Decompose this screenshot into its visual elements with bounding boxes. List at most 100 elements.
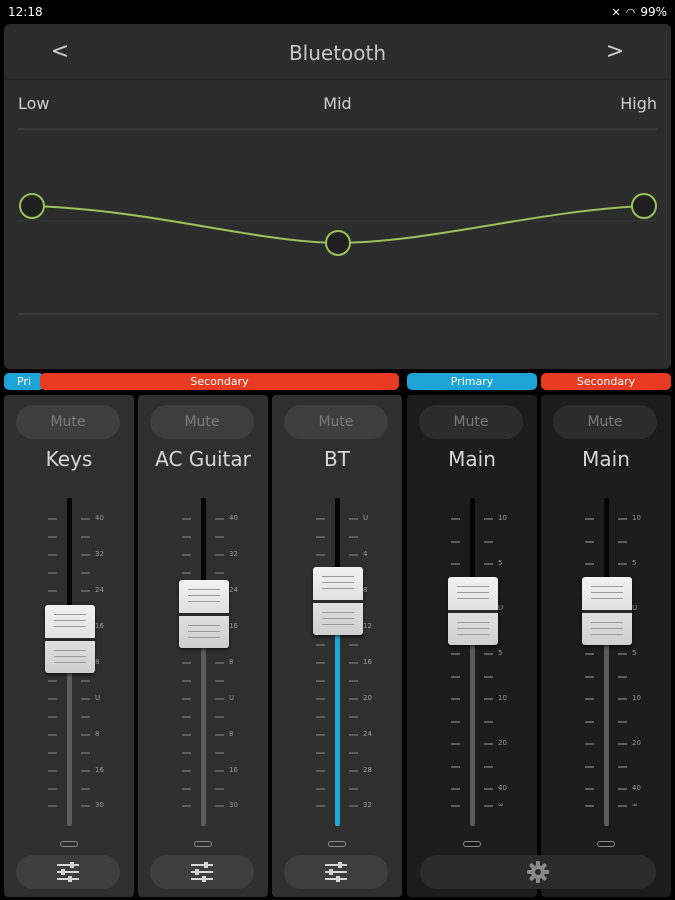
fader-tick [484,788,493,790]
sliders-icon [325,862,347,882]
fader-knob-grip-line [322,576,354,577]
fader-tick [451,676,460,678]
fader-scale-label: 24 [95,586,104,594]
channel-settings-button[interactable] [16,855,120,889]
fader-tick [182,770,191,772]
fader-knob-grip-line [188,601,220,602]
fader-knob[interactable] [179,580,229,648]
fader-tick [81,698,90,700]
fader-tick [215,734,224,736]
fader-tick [48,590,57,592]
channel-name: BT [324,447,350,471]
fader-tick [182,536,191,538]
fader-tick [484,676,493,678]
channel-settings-button[interactable] [150,855,254,889]
fader-tick [484,766,493,768]
fader-knob-divider [582,610,632,613]
eq-node-low[interactable] [19,193,45,219]
fader-tick [349,518,358,520]
fader-scale-label: U [229,694,235,702]
channel-strip-keys: Mute Keys 40 32 24 16 8 U 8 16 30 [4,395,134,897]
fader-tick [451,766,460,768]
fader-tick [585,653,594,655]
fader-tick [451,541,460,543]
fader-track[interactable] [335,498,340,826]
fader-track[interactable] [201,498,206,826]
fader-scale-label: 32 [229,550,238,558]
fader-scale-label: 10 [498,514,507,522]
fader-tick [215,554,224,556]
fader-scale-label: 8 [363,586,368,594]
mute-button[interactable]: Mute [553,405,657,439]
fader-scale-label: 20 [632,739,641,747]
fader-end-indicator [194,841,212,847]
fader-knob[interactable] [448,577,498,645]
eq-node-mid[interactable] [325,230,351,256]
fader-scale-label: 16 [95,622,104,630]
fader-scale-label: 8 [95,658,100,666]
fader-knob-grip-line [54,620,86,621]
fader-tick [618,743,627,745]
fader-tick [182,680,191,682]
fader-scale-label: 5 [498,649,503,657]
fader-tick [585,698,594,700]
fader-knob[interactable] [45,605,95,673]
fader-tick [585,743,594,745]
channel-strip-main-primary: Mute Main 10 5 U 5 10 20 40 ∞ [407,395,537,897]
mute-button[interactable]: Mute [284,405,388,439]
fader-scale-label: 10 [498,694,507,702]
fader-tick [182,734,191,736]
fader-knob-grip-line [188,595,220,596]
fader-knob-grip-line [457,592,489,593]
fader-scale-label: 24 [229,586,238,594]
fader-knob-grip-line [54,662,86,663]
fader-scale-label: 32 [363,801,372,809]
fader-tick [585,721,594,723]
fader-tick [349,680,358,682]
fader-scale-label: 16 [229,766,238,774]
fader-tick [451,805,460,807]
fader-tick [81,572,90,574]
fader-knob[interactable] [313,567,363,635]
fader-tick [618,563,627,565]
fader-tick [316,770,325,772]
fader-scale-label: 8 [229,658,234,666]
fader-tick [182,572,191,574]
fader-tick [48,752,57,754]
fader-end-indicator [328,841,346,847]
fader-scale-label: 24 [363,730,372,738]
fader-tick [48,716,57,718]
routing-secondary-inputs: Secondary [40,373,399,390]
mute-button[interactable]: Mute [419,405,523,439]
fader-knob[interactable] [582,577,632,645]
fader-end-indicator [463,841,481,847]
main-settings-button[interactable] [420,855,656,889]
fader-tick [585,563,594,565]
fader-tick [484,518,493,520]
fader-track[interactable] [470,498,475,826]
eq-graph [18,128,657,315]
channel-name: AC Guitar [155,447,251,471]
mute-button[interactable]: Mute [16,405,120,439]
fader-scale-label: 4 [363,550,368,558]
mute-button[interactable]: Mute [150,405,254,439]
fader-knob-grip-line [322,624,354,625]
fader-knob-divider [179,613,229,616]
fader-tick [349,536,358,538]
fader-track[interactable] [604,498,609,826]
fader-tick [215,698,224,700]
channel-settings-button[interactable] [284,855,388,889]
fader-knob-grip-line [188,589,220,590]
fader-end-indicator [60,841,78,847]
fader-tick [618,698,627,700]
fader-tick [215,770,224,772]
fader-tick [349,752,358,754]
fader-tick [215,752,224,754]
fader-tick [451,563,460,565]
fader-scale-label: U [95,694,101,702]
fader-tick [316,680,325,682]
fader-tick [451,653,460,655]
routing-primary-main: Primary [407,373,537,390]
eq-node-high[interactable] [631,193,657,219]
fader-tick [451,788,460,790]
